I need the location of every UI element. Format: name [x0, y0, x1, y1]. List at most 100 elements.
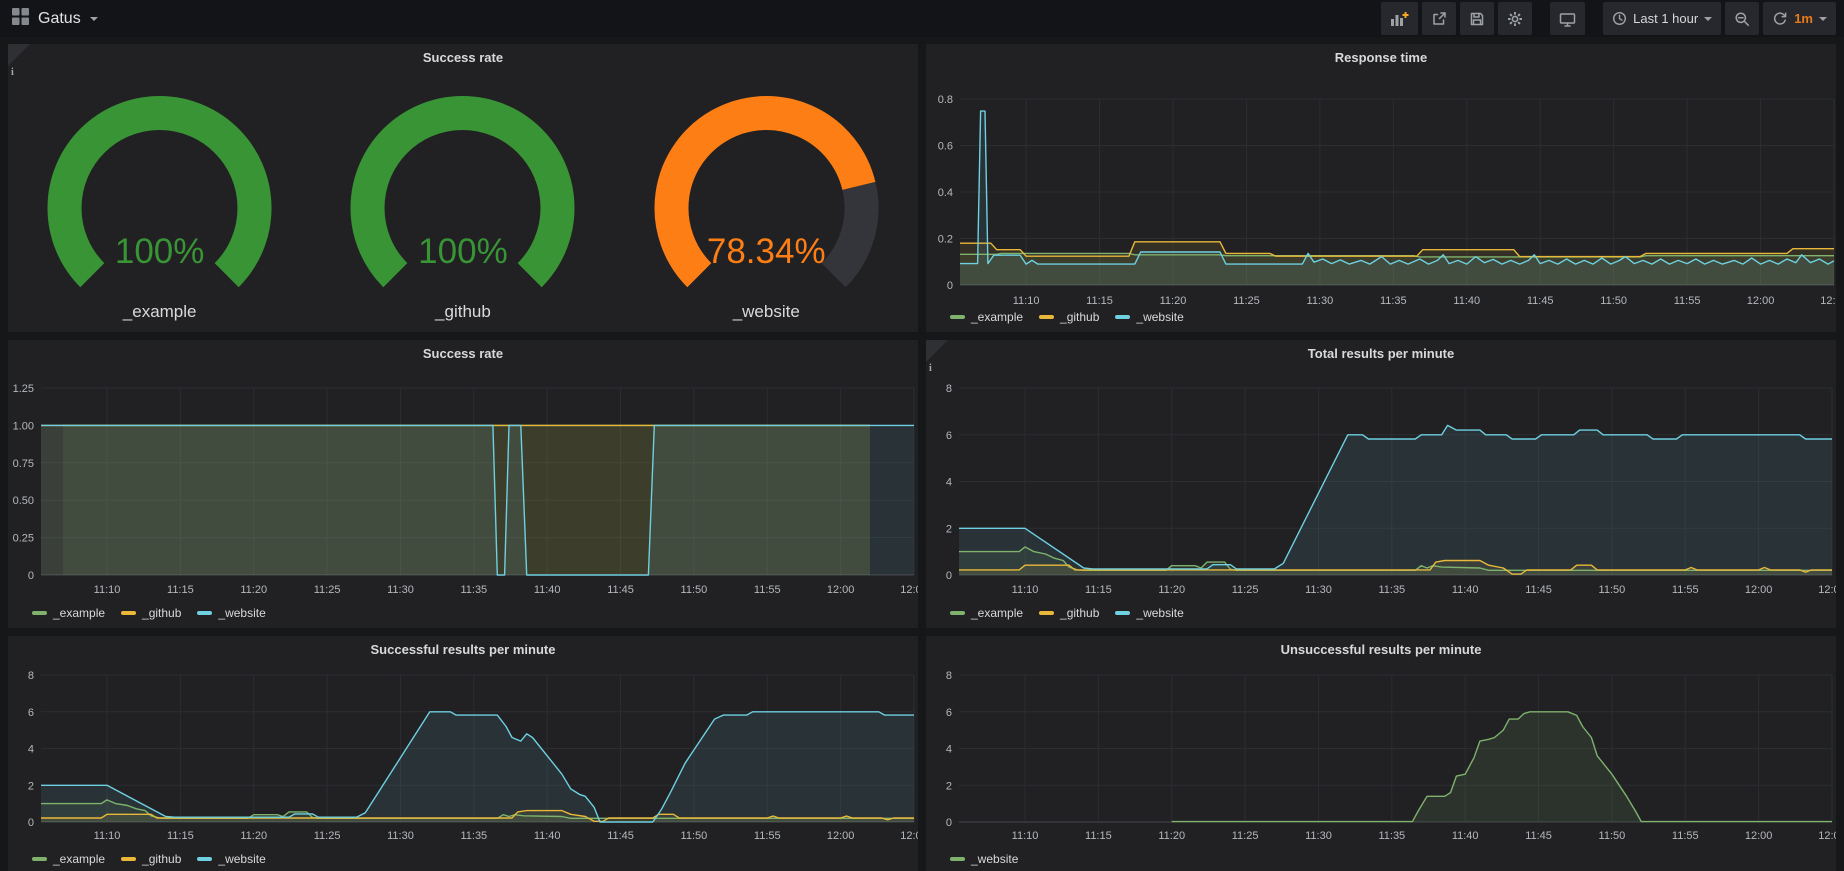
share-button[interactable] [1422, 2, 1456, 35]
svg-text:11:45: 11:45 [1527, 295, 1554, 307]
refresh-interval-label: 1m [1794, 11, 1813, 26]
panel-response-time: Response time 11:1011:1511:2011:2511:301… [926, 44, 1836, 332]
svg-text:11:25: 11:25 [314, 830, 341, 842]
total-results-chart[interactable]: 11:1011:1511:2011:2511:3011:3511:4011:45… [926, 340, 1836, 628]
legend-item-github[interactable]: _github [121, 852, 181, 866]
svg-text:11:45: 11:45 [1525, 830, 1552, 842]
response-time-chart[interactable]: 11:1011:1511:2011:2511:3011:3511:4011:45… [926, 44, 1836, 332]
legend-series-marker [32, 611, 47, 615]
gauge-website: 78.34% _website [615, 74, 918, 326]
unsuccessful-results-chart[interactable]: 11:1011:1511:2011:2511:3011:3511:4011:45… [926, 636, 1836, 871]
svg-text:11:50: 11:50 [1600, 295, 1627, 307]
svg-text:11:15: 11:15 [1086, 295, 1113, 307]
svg-text:11:20: 11:20 [1158, 584, 1185, 596]
dashboard-title[interactable]: Gatus [38, 10, 81, 28]
svg-text:0.6: 0.6 [938, 141, 953, 153]
svg-text:11:10: 11:10 [1012, 830, 1039, 842]
legend-series-name: _github [142, 606, 181, 620]
svg-text:2: 2 [946, 523, 952, 535]
legend-series-marker [1039, 315, 1054, 319]
svg-text:0.50: 0.50 [13, 495, 34, 507]
svg-text:11:35: 11:35 [1378, 830, 1405, 842]
svg-text:0.75: 0.75 [13, 458, 34, 470]
svg-text:11:10: 11:10 [1012, 584, 1039, 596]
legend-series-marker [950, 611, 965, 615]
svg-text:8: 8 [946, 383, 952, 395]
legend-item-example[interactable]: _example [32, 606, 105, 620]
successful-results-chart[interactable]: 11:1011:1511:2011:2511:3011:3511:4011:45… [8, 636, 918, 871]
add-panel-icon [1390, 11, 1409, 27]
legend-series-name: _github [142, 852, 181, 866]
legend-series-name: _website [971, 852, 1018, 866]
svg-text:11:45: 11:45 [607, 584, 634, 596]
chart-legend: _example _github _website [32, 606, 266, 620]
legend-item-website[interactable]: _website [197, 852, 265, 866]
svg-text:11:10: 11:10 [94, 584, 121, 596]
zoom-out-button[interactable] [1725, 2, 1759, 35]
svg-text:11:25: 11:25 [1232, 830, 1259, 842]
svg-text:0: 0 [946, 570, 952, 582]
legend-item-github[interactable]: _github [1039, 606, 1099, 620]
svg-text:11:40: 11:40 [1453, 295, 1480, 307]
legend-item-website[interactable]: _website [197, 606, 265, 620]
legend-series-marker [950, 315, 965, 319]
svg-text:12:00: 12:00 [827, 830, 855, 842]
svg-text:11:25: 11:25 [1232, 584, 1259, 596]
chart-legend: _example _github _website [32, 852, 266, 866]
clock-icon [1612, 11, 1627, 26]
legend-series-marker [121, 611, 136, 615]
svg-text:11:30: 11:30 [1307, 295, 1334, 307]
save-icon [1469, 11, 1485, 27]
svg-text:11:50: 11:50 [681, 830, 708, 842]
legend-series-marker [1039, 611, 1054, 615]
gauge-label: _website [615, 302, 918, 322]
svg-text:4: 4 [946, 477, 952, 489]
svg-text:11:50: 11:50 [1599, 584, 1626, 596]
legend-series-name: _example [971, 606, 1023, 620]
svg-text:12:00: 12:00 [1745, 584, 1773, 596]
svg-text:12:05: 12:05 [900, 584, 918, 596]
svg-text:0: 0 [946, 817, 952, 829]
cycle-view-button[interactable] [1550, 2, 1585, 35]
svg-text:11:35: 11:35 [460, 584, 487, 596]
svg-text:11:55: 11:55 [1674, 295, 1701, 307]
svg-text:0: 0 [28, 817, 34, 829]
legend-series-name: _github [1060, 310, 1099, 324]
svg-text:2: 2 [946, 780, 952, 792]
legend-item-website[interactable]: _website [1115, 606, 1183, 620]
legend-item-github[interactable]: _github [1039, 310, 1099, 324]
refresh-button[interactable]: 1m [1763, 2, 1836, 35]
success-rate-chart[interactable]: 11:1011:1511:2011:2511:3011:3511:4011:45… [8, 340, 918, 628]
panel-success-rate-graph: Success rate 11:1011:1511:2011:2511:3011… [8, 340, 918, 628]
legend-item-website[interactable]: _website [950, 852, 1018, 866]
panel-successful-results: Successful results per minute 11:1011:15… [8, 636, 918, 871]
svg-text:11:25: 11:25 [1233, 295, 1260, 307]
time-range-picker[interactable]: Last 1 hour [1603, 2, 1721, 35]
settings-button[interactable] [1498, 2, 1532, 35]
panel-title[interactable]: Success rate [8, 50, 918, 65]
toolbar-spacer [1589, 2, 1599, 35]
legend-series-name: _website [218, 606, 265, 620]
legend-item-example[interactable]: _example [32, 852, 105, 866]
dashboards-grid-icon[interactable] [12, 8, 29, 30]
legend-series-name: _example [53, 606, 105, 620]
chevron-down-icon[interactable] [90, 17, 98, 21]
svg-text:12:05: 12:05 [900, 830, 918, 842]
save-button[interactable] [1460, 2, 1494, 35]
legend-item-example[interactable]: _example [950, 606, 1023, 620]
legend-item-website[interactable]: _website [1115, 310, 1183, 324]
svg-text:0.25: 0.25 [13, 533, 34, 545]
legend-series-name: _example [53, 852, 105, 866]
legend-item-github[interactable]: _github [121, 606, 181, 620]
add-panel-button[interactable] [1381, 2, 1418, 35]
svg-text:11:45: 11:45 [1525, 584, 1552, 596]
legend-series-marker [950, 857, 965, 861]
svg-text:11:40: 11:40 [1452, 584, 1479, 596]
svg-text:11:55: 11:55 [754, 584, 781, 596]
gauge-group: 100% _example 100% _github 78.34% _websi… [8, 74, 918, 326]
gauge-label: _example [8, 302, 311, 322]
svg-text:11:35: 11:35 [1380, 295, 1407, 307]
svg-text:0.8: 0.8 [938, 94, 953, 106]
svg-text:2: 2 [28, 780, 34, 792]
legend-item-example[interactable]: _example [950, 310, 1023, 324]
